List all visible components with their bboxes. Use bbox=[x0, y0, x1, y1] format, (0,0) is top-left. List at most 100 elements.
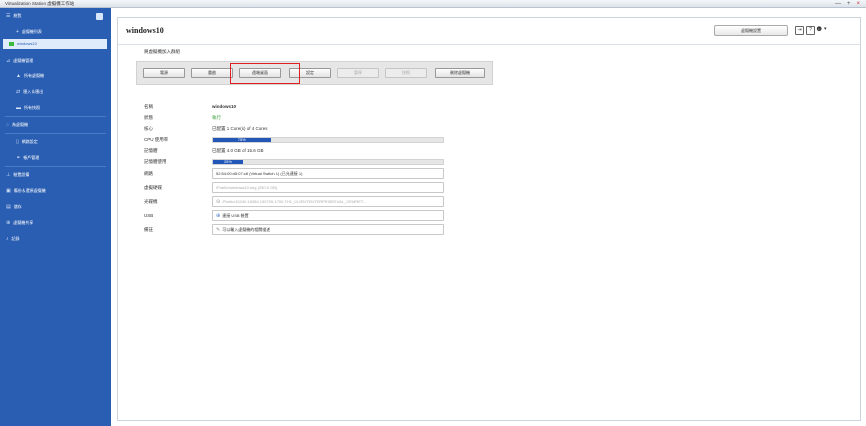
sidebar-item-label: 備份＆還原虚擬機 bbox=[13, 188, 46, 193]
sidebar-item-import-export[interactable]: ⇄ 匯入＆匯出 bbox=[16, 87, 43, 96]
sidebar-item-label: 虚擬機列表 bbox=[21, 29, 42, 34]
sidebar-item-logs[interactable]: ♪ 記錄 bbox=[6, 234, 20, 243]
sidebar-item-accounts[interactable]: ⚭ 帳戶管理 bbox=[16, 153, 39, 162]
sidebar-item-all-vms[interactable]: ▲ 所有虚擬機 bbox=[16, 71, 44, 80]
power-button[interactable]: 電源 bbox=[143, 68, 185, 78]
device-icon: ⊥ bbox=[6, 172, 11, 178]
grid-view-icon[interactable] bbox=[96, 13, 103, 20]
sidebar-divider bbox=[5, 166, 106, 167]
vm-manage-icon: ⊿ bbox=[6, 58, 11, 64]
header-divider bbox=[118, 44, 860, 45]
sidebar-item-devices[interactable]: ⊥ 裝置設備 bbox=[6, 170, 29, 179]
window-title: Virtualization Station 虚擬機工作站 bbox=[5, 1, 75, 6]
window-controls: — + × bbox=[835, 0, 860, 8]
vm-status-icon bbox=[9, 42, 14, 46]
sidebar-item-network-settings[interactable]: ▯ 網路設定 bbox=[16, 137, 38, 146]
sidebar-item-backup-restore[interactable]: ▣ 備份＆還原虚擬機 bbox=[6, 186, 46, 195]
memory-usage-fill: 25% bbox=[213, 160, 243, 164]
notes-field[interactable]: ✎ 可以輸入虚擬機的相關描述 bbox=[212, 224, 444, 235]
memory-usage-bar: 25% bbox=[212, 159, 444, 165]
sidebar-divider bbox=[5, 133, 106, 134]
sidebar-item-label: 虚擬機管理 bbox=[13, 58, 34, 63]
sidebar: ☰ 総覧 + 虚擬機列表 windows10 ⊿ 虚擬機管理 ▲ 所有虚擬機 ⇄ 匯入＆匯… bbox=[0, 8, 111, 426]
sidebar-item-label: 帳戶管理 bbox=[23, 155, 40, 160]
pencil-icon: ✎ bbox=[216, 227, 221, 233]
sidebar-item-windows10[interactable]: windows10 bbox=[3, 39, 107, 49]
info-label-memory-usage: 記憶體使用 bbox=[144, 159, 167, 164]
storage-icon: ▤ bbox=[6, 204, 11, 210]
info-label-network: 網路 bbox=[144, 171, 153, 176]
sidebar-item-label: 匯入＆匯出 bbox=[23, 89, 44, 94]
vm-detail-panel: windows10 虚擬機設置 ⇥ ? ☻ ▾ 將虚擬機加入群組 電源 重啟 遠… bbox=[117, 17, 861, 421]
pause-button[interactable]: 暫停 bbox=[337, 68, 379, 78]
highlight-box bbox=[230, 63, 300, 84]
info-label-cdrom: 光碟機 bbox=[144, 199, 158, 204]
chevron-down-icon[interactable]: ▾ bbox=[824, 26, 827, 32]
info-value-name: windows10 bbox=[212, 104, 237, 109]
status-badge: 執行 bbox=[212, 115, 221, 120]
vm-settings-button[interactable]: 虚擬機設置 bbox=[714, 25, 788, 36]
usb-label: 連接 USB 裝置 bbox=[222, 213, 249, 218]
sidebar-item-networks[interactable]: ◌ 為虚擬機 bbox=[6, 120, 28, 129]
info-label-status: 狀態 bbox=[144, 115, 153, 120]
section-label: 將虚擬機加入群組 bbox=[144, 49, 180, 54]
overview-icon: ☰ bbox=[6, 13, 11, 19]
info-label-name: 名稱 bbox=[144, 104, 153, 109]
delete-vm-button[interactable]: 刪除虚擬機 bbox=[435, 68, 485, 78]
snapshot-icon: ▬ bbox=[16, 105, 21, 111]
close-button[interactable]: × bbox=[856, 0, 860, 8]
sidebar-item-label: 所有虚擬機 bbox=[23, 73, 44, 78]
sidebar-item-vm-list[interactable]: + 虚擬機列表 bbox=[16, 27, 42, 36]
sidebar-item-label: 総覧 bbox=[13, 13, 22, 18]
cpu-usage-bar: 75% bbox=[212, 137, 444, 143]
info-value-cores: 已配置 1 Core(s) of 4 Cores bbox=[212, 126, 268, 131]
vm-action-toolbar: 電源 重啟 遠端桌面 設定 暫停 快照 刪除虚擬機 bbox=[136, 61, 493, 85]
sidebar-item-label: 裝置設備 bbox=[13, 172, 30, 177]
sidebar-item-label: 網路設定 bbox=[21, 139, 38, 144]
info-label-memory: 記憶體 bbox=[144, 148, 158, 153]
restart-button[interactable]: 重啟 bbox=[191, 68, 233, 78]
sidebar-item-label: 虚擬機共享 bbox=[13, 220, 34, 225]
virtual-disk-field[interactable]: /Public/windows10.img (250.0 GB) bbox=[212, 182, 444, 193]
cdrom-path: /Public/10240.16384.150709-1700.TH1_CLIE… bbox=[222, 199, 367, 204]
maximize-button[interactable]: + bbox=[847, 0, 851, 8]
sidebar-item-label: 儲存 bbox=[13, 204, 22, 209]
cpu-usage-fill: 75% bbox=[213, 138, 271, 142]
usb-field[interactable]: ⊕ 連接 USB 裝置 bbox=[212, 210, 444, 221]
account-icon: ⚭ bbox=[16, 155, 21, 161]
notes-placeholder: 可以輸入虚擬機的相關描述 bbox=[222, 227, 271, 232]
log-icon: ♪ bbox=[6, 236, 9, 242]
sidebar-item-vm-manage[interactable]: ⊿ 虚擬機管理 bbox=[6, 56, 33, 65]
plus-icon: + bbox=[16, 29, 19, 35]
info-label-usb: USB bbox=[144, 213, 154, 218]
sidebar-item-overview[interactable]: ☰ 総覧 bbox=[6, 11, 21, 20]
sidebar-item-label: 為虚擬機 bbox=[11, 122, 28, 127]
sidebar-item-label: windows10 bbox=[17, 41, 37, 46]
sidebar-divider bbox=[5, 116, 106, 117]
arrows-icon: ⇄ bbox=[16, 89, 21, 95]
minimize-button[interactable]: — bbox=[835, 0, 841, 8]
sidebar-item-label: 記錄 bbox=[11, 236, 20, 241]
info-label-disk: 虚擬硬碟 bbox=[144, 185, 162, 190]
info-label-cores: 核心 bbox=[144, 126, 153, 131]
window-title-bar: Virtualization Station 虚擬機工作站 — + × bbox=[0, 0, 866, 8]
export-icon[interactable]: ⇥ bbox=[795, 26, 804, 35]
snapshot-button[interactable]: 快照 bbox=[385, 68, 427, 78]
share-icon: ⊕ bbox=[6, 220, 11, 226]
network-field[interactable]: 52:54:00:d5:07:c8 (Virtual Switch 1) (已允… bbox=[212, 168, 444, 179]
sidebar-item-label: 所有快照 bbox=[24, 105, 40, 110]
cdrom-field[interactable]: ⊙/Public/10240.16384.150709-1700.TH1_CLI… bbox=[212, 196, 444, 207]
triangle-icon: ▲ bbox=[16, 73, 21, 79]
backup-icon: ▣ bbox=[6, 188, 11, 194]
sidebar-item-storage[interactable]: ▤ 儲存 bbox=[6, 202, 22, 211]
info-label-cpu: CPU 使用率 bbox=[144, 137, 169, 142]
user-icon[interactable]: ☻ bbox=[815, 24, 823, 33]
disc-icon: ⊙ bbox=[216, 199, 221, 205]
sidebar-item-vm-share[interactable]: ⊕ 虚擬機共享 bbox=[6, 218, 33, 227]
info-value-memory: 已配置 4.0 GB of 15.6 GB bbox=[212, 148, 264, 153]
network-icon: ◌ bbox=[6, 122, 9, 128]
help-icon[interactable]: ? bbox=[806, 26, 815, 35]
usb-icon: ⊕ bbox=[216, 213, 221, 219]
network-settings-icon: ▯ bbox=[16, 139, 19, 145]
sidebar-item-snapshots[interactable]: ▬ 所有快照 bbox=[16, 103, 40, 112]
